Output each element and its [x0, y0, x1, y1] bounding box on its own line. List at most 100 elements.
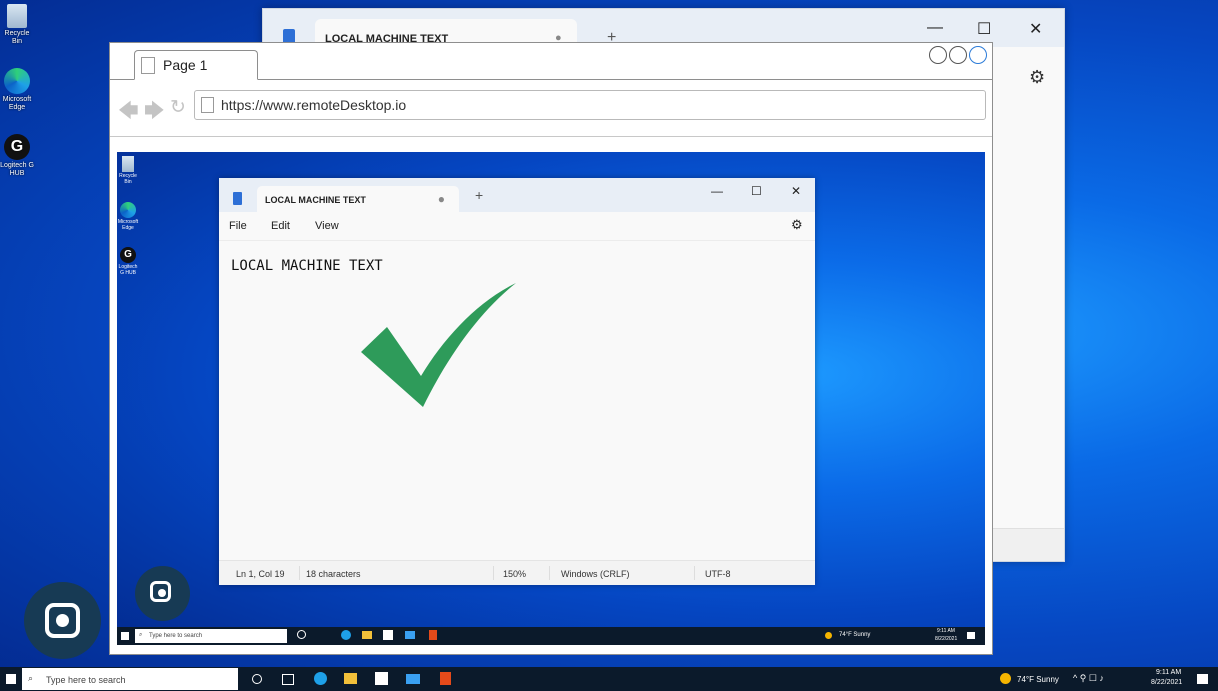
- desktop-icon-logitech[interactable]: G Logitech G HUB: [0, 134, 34, 178]
- text-editor-content[interactable]: LOCAL MACHINE TEXT: [231, 258, 383, 274]
- edge-icon: [4, 68, 30, 94]
- line-ending[interactable]: Windows (CRLF): [561, 569, 630, 579]
- notepad-icon: [233, 192, 242, 205]
- explorer-taskbar-icon[interactable]: [362, 631, 372, 639]
- close-button[interactable]: ✕: [1029, 19, 1042, 39]
- desktop-icon-label: Microsoft Edge: [117, 219, 139, 231]
- edge-taskbar-icon[interactable]: [314, 672, 327, 685]
- lens-dot: [56, 614, 69, 627]
- gear-icon[interactable]: ⚙: [791, 217, 803, 233]
- divider: [549, 566, 550, 580]
- lens-dot: [158, 589, 166, 597]
- desktop-icon-label: Recycle Bin: [4, 30, 30, 45]
- divider: [694, 566, 695, 580]
- remote-desktop-icon-recycle-bin[interactable]: Recycle Bin: [117, 156, 139, 185]
- edge-taskbar-icon[interactable]: [341, 630, 351, 640]
- gear-icon[interactable]: ⚙: [1029, 67, 1045, 88]
- logitech-g-icon: G: [120, 247, 136, 263]
- clock-time[interactable]: 9:11 AM: [937, 628, 955, 634]
- desktop-icon-label: Recycle Bin: [119, 173, 137, 185]
- minimize-button[interactable]: —: [711, 184, 723, 198]
- office-taskbar-icon[interactable]: [429, 630, 437, 640]
- maximize-button[interactable]: ☐: [977, 19, 991, 39]
- notifications-icon[interactable]: [967, 632, 975, 639]
- status-bar: Ln 1, Col 19 18 characters 150% Windows …: [219, 560, 815, 585]
- tab-title: LOCAL MACHINE TEXT: [265, 195, 366, 205]
- tab-local-machine-text[interactable]: LOCAL MACHINE TEXT ●: [257, 186, 459, 212]
- desktop-icon-label: Logitech G HUB: [118, 264, 138, 276]
- recycle-bin-icon: [7, 4, 27, 28]
- search-icon: ⌕: [139, 632, 143, 638]
- desktop-icon-label: Logitech G HUB: [0, 162, 34, 177]
- remote-desktop-icon-edge[interactable]: Microsoft Edge: [117, 202, 139, 231]
- character-count: 18 characters: [306, 569, 361, 579]
- weather-text[interactable]: 74°F Sunny: [839, 632, 870, 638]
- clock-date[interactable]: 8/22/2021: [1151, 679, 1182, 686]
- search-placeholder: Type here to search: [46, 675, 126, 685]
- divider: [299, 566, 300, 580]
- menu-view[interactable]: View: [315, 220, 339, 232]
- browser-tab-title: Page 1: [163, 57, 208, 73]
- taskbar-search-box[interactable]: ⌕ Type here to search: [22, 668, 238, 690]
- lens-search-button[interactable]: [24, 582, 101, 659]
- clock-date[interactable]: 8/22/2021: [935, 636, 957, 642]
- mail-taskbar-icon[interactable]: [406, 674, 420, 684]
- search-placeholder: Type here to search: [149, 633, 203, 639]
- clock-time[interactable]: 9:11 AM: [1156, 669, 1181, 676]
- checkmark-icon: [361, 283, 516, 407]
- desktop-icon-label: Microsoft Edge: [2, 96, 32, 111]
- notifications-icon[interactable]: [1197, 674, 1208, 684]
- task-view-icon[interactable]: [297, 630, 306, 639]
- menu-file[interactable]: File: [229, 220, 247, 232]
- back-arrow-icon[interactable]: 🡄: [118, 96, 139, 130]
- cursor-position: Ln 1, Col 19: [236, 569, 285, 579]
- page-icon: [141, 57, 155, 74]
- lens-search-button[interactable]: [135, 566, 190, 621]
- navigation-bar: 🡄 🡆 ↻ https://www.remoteDesktop.io: [110, 80, 992, 137]
- weather-sun-icon[interactable]: [1000, 673, 1011, 684]
- page-icon: [201, 97, 214, 113]
- weather-text[interactable]: 74°F Sunny: [1017, 675, 1059, 684]
- notepad-window[interactable]: LOCAL MACHINE TEXT ● + — ☐ ✕ File Edit V…: [219, 178, 815, 585]
- store-taskbar-icon[interactable]: [375, 672, 388, 685]
- refresh-icon[interactable]: ↻: [170, 96, 186, 119]
- remote-desktop-icon-logitech[interactable]: G Logitech G HUB: [117, 247, 139, 276]
- system-tray-icons[interactable]: ^ ⚲ ☐ ♪: [1073, 673, 1104, 684]
- desktop-icon-recycle-bin[interactable]: Recycle Bin: [0, 4, 34, 46]
- title-bar[interactable]: LOCAL MACHINE TEXT ● + — ☐ ✕: [219, 178, 815, 212]
- search-icon: ⌕: [28, 673, 34, 683]
- remote-desktop-viewport[interactable]: Recycle Bin Microsoft Edge G Logitech G …: [117, 152, 985, 645]
- taskbar: ⌕ Type here to search 74°F Sunny ^ ⚲ ☐ ♪…: [0, 667, 1218, 691]
- recycle-bin-icon: [122, 156, 134, 172]
- remote-taskbar: ⌕ Type here to search 74°F Sunny 9:11 AM…: [117, 627, 985, 645]
- task-view-icon[interactable]: [282, 674, 294, 685]
- zoom-level[interactable]: 150%: [503, 569, 526, 579]
- cortana-icon[interactable]: [252, 674, 262, 684]
- menu-edit[interactable]: Edit: [271, 220, 290, 232]
- logitech-g-icon: G: [4, 134, 30, 160]
- address-bar[interactable]: https://www.remoteDesktop.io: [194, 90, 986, 120]
- maximize-button[interactable]: ☐: [751, 184, 762, 198]
- office-taskbar-icon[interactable]: [440, 672, 451, 685]
- window-circle-button-2[interactable]: [949, 46, 967, 64]
- minimize-button[interactable]: —: [927, 19, 943, 37]
- mail-taskbar-icon[interactable]: [405, 631, 415, 639]
- new-tab-button[interactable]: +: [475, 187, 483, 203]
- window-circle-button-3[interactable]: [969, 46, 987, 64]
- forward-arrow-icon[interactable]: 🡆: [144, 96, 165, 130]
- divider: [493, 566, 494, 580]
- taskbar-search-box[interactable]: ⌕ Type here to search: [135, 629, 287, 643]
- weather-sun-icon[interactable]: [825, 632, 832, 639]
- unsaved-dot-icon: ●: [437, 192, 445, 206]
- store-taskbar-icon[interactable]: [383, 630, 393, 640]
- window-circle-button-1[interactable]: [929, 46, 947, 64]
- encoding[interactable]: UTF-8: [705, 569, 731, 579]
- explorer-taskbar-icon[interactable]: [344, 673, 357, 684]
- windows-start-icon[interactable]: [121, 632, 129, 640]
- browser-tab-page-1[interactable]: Page 1: [134, 50, 258, 80]
- desktop-icon-edge[interactable]: Microsoft Edge: [0, 68, 34, 112]
- browser-tab-row: Page 1: [110, 43, 992, 80]
- menu-bar: File Edit View ⚙: [219, 212, 815, 241]
- windows-start-icon[interactable]: [6, 674, 16, 684]
- close-button[interactable]: ✕: [791, 184, 801, 198]
